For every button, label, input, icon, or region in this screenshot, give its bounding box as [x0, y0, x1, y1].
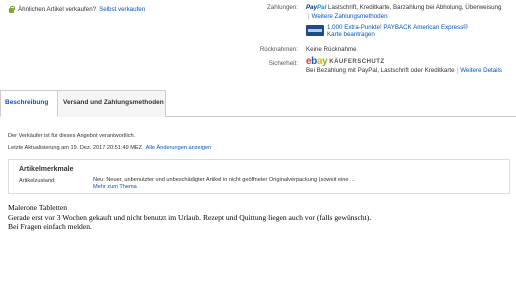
payments-row: Zahlungen: PayPal Lastschrift, Kreditkar…: [226, 4, 510, 23]
ebay-logo-letter: y: [322, 56, 328, 67]
credit-card-icon: [306, 25, 324, 36]
description-line: Bei Fragen einfach melden.: [8, 222, 92, 231]
last-updated-value: 19. Dez. 2017 20:51:49 MEZ: [70, 145, 143, 151]
item-description-body: Malerone Tabletten Gerade erst vor 3 Woc…: [8, 203, 371, 232]
security-row: Sicherheit: ebay KÄUFERSCHUTZ Bei Bezahlu…: [226, 56, 510, 80]
payback-offer-line2[interactable]: Karte beantragen: [327, 31, 375, 38]
payback-offer[interactable]: 1.000 Extra-Punkte! PAYBACK American Exp…: [306, 24, 510, 45]
paypal-logo-pal: Pal: [317, 4, 327, 11]
description-line: Malerone Tabletten: [8, 203, 67, 212]
payback-row: 1.000 Extra-Punkte! PAYBACK American Exp…: [226, 24, 510, 45]
returns-row: Rücknahmen: Keine Rücknahme: [226, 46, 510, 58]
payments-label: Zahlungen:: [267, 4, 298, 11]
payment-methods-text: Lastschrift, Kreditkarte, Barzahlung bei…: [328, 4, 502, 11]
security-label: Sicherheit:: [268, 60, 298, 67]
description-tabs: Beschreibung Versand und Zahlungsmethode…: [0, 90, 516, 117]
item-specifics-box: Artikelmerkmale Artikelzustand: Neu: Neu…: [8, 159, 510, 194]
payments-value: PayPal Lastschrift, Kreditkarte, Barzahl…: [306, 4, 502, 20]
security-value: ebay KÄUFERSCHUTZ Bei Bezahlung mit PayPa…: [306, 56, 503, 75]
ebay-logo: ebay: [306, 56, 328, 67]
security-details-link[interactable]: Weitere Details: [460, 67, 502, 74]
condition-more-link[interactable]: Mehr zum Thema: [93, 184, 137, 190]
item-info-panel: Zahlungen: PayPal Lastschrift, Kreditkar…: [226, 4, 510, 80]
last-updated-row: Letzte Aktualisierung am 19. Dez. 2017 2…: [8, 145, 211, 151]
condition-value: Neu: Neuer, unbenutzter und unbeschädigt…: [93, 177, 363, 191]
sell-yourself-link[interactable]: Selbst verkaufen: [99, 6, 145, 13]
paypal-logo: PayPal: [306, 4, 326, 11]
returns-value: Keine Rücknahme: [306, 46, 357, 53]
item-specifics-title: Artikelmerkmale: [19, 166, 74, 173]
show-all-changes-link[interactable]: Alle Änderungen anzeigen: [146, 145, 212, 151]
kaeuferschutz-label: KÄUFERSCHUTZ: [329, 59, 385, 65]
more-payment-methods-link[interactable]: Weitere Zahlungsmethoden: [312, 13, 388, 20]
sell-similar-row: Ähnlichen Artikel verkaufen? Selbst verk…: [8, 6, 145, 13]
condition-text: Neu: Neuer, unbenutzter und unbeschädigt…: [93, 177, 355, 183]
shopping-bag-icon: [8, 6, 15, 13]
last-updated-label: Letzte Aktualisierung am: [8, 145, 69, 151]
condition-label: Artikelzustand:: [19, 178, 56, 184]
tab-description[interactable]: Beschreibung: [0, 90, 58, 117]
seller-responsibility-note: Der Verkäufer ist für dieses Angebot ver…: [8, 133, 136, 139]
description-line: Gerade erst vor 3 Wochen gekauft und nic…: [8, 212, 372, 222]
security-text: Bei Bezahlung mit PayPal, Lastschrift od…: [306, 67, 455, 75]
tab-shipping-payment[interactable]: Versand und Zahlungsmethoden: [58, 90, 166, 117]
returns-label: Rücknahmen:: [259, 46, 298, 53]
sell-similar-label: Ähnlichen Artikel verkaufen?: [18, 6, 97, 13]
paypal-logo-pay: Pay: [306, 4, 318, 11]
